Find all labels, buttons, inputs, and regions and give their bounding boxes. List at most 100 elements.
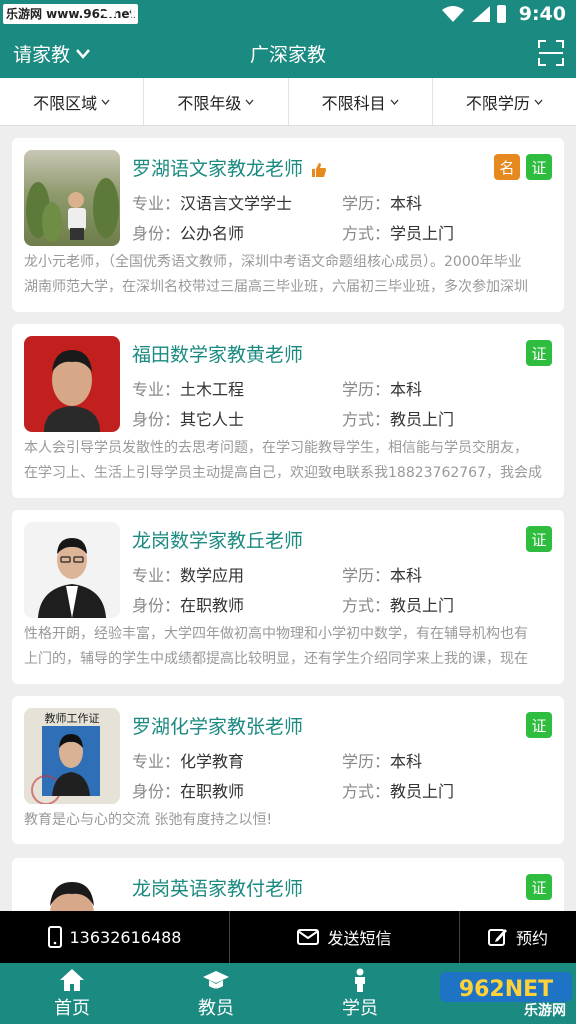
mode-field: 方式：教员上门 <box>342 778 454 802</box>
field-label: 身份： <box>132 782 181 801</box>
field-value: 本科 <box>390 566 423 585</box>
field-value: 化学教育 <box>180 752 245 771</box>
teacher-avatar <box>24 336 120 432</box>
teacher-description: 性格开朗，经验丰富，大学四年做初高中物理和小学初中数学，有在辅导机构也有 上门的… <box>24 622 552 672</box>
teacher-card[interactable]: 福田数学家教黄老师 证 专业：土木工程 学历：本科 身份：其它人士 方式：教员上… <box>12 324 564 498</box>
description-line: 性格开朗，经验丰富，大学四年做初高中物理和小学初中数学，有在辅导机构也有 <box>24 626 528 642</box>
field-value: 本科 <box>390 752 423 771</box>
mail-icon <box>297 929 320 945</box>
sms-label: 发送短信 <box>327 929 392 948</box>
tab-label: 首页 <box>54 997 90 1019</box>
tab-teachers[interactable]: 教员 <box>144 963 288 1024</box>
field-value: 教员上门 <box>390 596 455 615</box>
tab-students[interactable]: 学员 <box>288 963 432 1024</box>
signal-icon <box>472 6 490 22</box>
filter-bar: 不限区域 不限年级 不限科目 不限学历 <box>0 78 576 126</box>
major-field: 专业：土木工程 <box>132 376 244 400</box>
badge-group: 证 <box>526 874 552 900</box>
identity-field: 身份：在职教师 <box>132 592 244 616</box>
svg-text:962NET: 962NET <box>459 977 553 1002</box>
field-label: 身份： <box>132 596 181 615</box>
field-label: 学历： <box>342 566 391 585</box>
filter-label: 不限区域 <box>33 93 98 113</box>
filter-label: 不限年级 <box>177 93 242 113</box>
field-value: 教员上门 <box>390 782 455 801</box>
field-value: 在职教师 <box>180 596 245 615</box>
filter-region[interactable]: 不限区域 <box>0 78 145 125</box>
description-line: 湖南师范大学，在深圳名校带过三届高三毕业班，六届初三毕业班，多次参加深圳 <box>24 279 528 295</box>
description-line: 上门的，辅导的学生中成绩都提高比较明显，还有学生介绍同学来上我的课，现在 <box>24 651 528 667</box>
description-line: 本人会引导学员发散性的去思考问题，在学习能教导学生，相信能与学员交朋友， <box>24 440 528 456</box>
page-title: 广深家教 <box>249 44 326 66</box>
teacher-name[interactable]: 福田数学家教黄老师 <box>132 340 303 367</box>
field-value: 数学应用 <box>180 566 245 585</box>
filter-subject[interactable]: 不限科目 <box>289 78 433 125</box>
edit-icon <box>487 929 507 946</box>
field-value: 公办名师 <box>180 224 245 243</box>
avatar-photo <box>38 538 106 618</box>
tab-label: 学员 <box>342 997 378 1019</box>
teacher-name-text: 罗湖语文家教龙老师 <box>132 158 304 180</box>
mode-field: 方式：教员上门 <box>342 406 454 430</box>
graduation-cap-icon <box>203 970 229 988</box>
filter-grade[interactable]: 不限年级 <box>144 78 289 125</box>
certified-badge: 证 <box>526 526 552 552</box>
field-value: 在职教师 <box>180 782 245 801</box>
field-value: 其它人士 <box>180 410 245 429</box>
mode-field: 方式：学员上门 <box>342 220 454 244</box>
field-label: 方式： <box>342 596 391 615</box>
status-time: 9:40 <box>518 3 566 25</box>
major-field: 专业：化学教育 <box>132 748 244 772</box>
identity-field: 身份：公办名师 <box>132 220 244 244</box>
teacher-description: 本人会引导学员发散性的去思考问题，在学习能教导学生，相信能与学员交朋友， 在学习… <box>24 436 552 486</box>
field-value: 学员上门 <box>390 224 455 243</box>
badge-group: 名 证 <box>494 154 552 180</box>
field-label: 学历： <box>342 380 391 399</box>
status-bar: 乐游网 www.962.net ▬ ⬇ 9:40 <box>0 0 576 28</box>
filter-education[interactable]: 不限学历 <box>433 78 576 125</box>
teacher-card[interactable]: 龙岗数学家教丘老师 证 专业：数学应用 学历：本科 身份：在职教师 方式：教员上… <box>12 510 564 684</box>
teacher-card[interactable]: 龙岗英语家教付老师 证 <box>12 858 564 918</box>
avatar-photo <box>26 178 119 242</box>
teacher-card[interactable]: 教师工作证 罗湖化学家教张老师 证 专业：化学教育 学历：本科 身份：在职教师 … <box>12 696 564 844</box>
battery-icon <box>497 5 506 23</box>
tab-home[interactable]: 首页 <box>0 963 144 1024</box>
famous-badge: 名 <box>494 154 520 180</box>
avatar-caption: 教师工作证 <box>44 712 100 725</box>
education-field: 学历：本科 <box>342 562 422 586</box>
field-value: 教员上门 <box>390 410 455 429</box>
phone-number: 13632616488 <box>69 927 182 947</box>
call-button[interactable]: 13632616488 <box>0 911 230 963</box>
teacher-description: 龙小元老师，（全国优秀语文教师，深圳中考语文命题组核心成员）。2000年毕业 湖… <box>24 250 552 300</box>
teacher-card[interactable]: 罗湖语文家教龙老师 名 证 专业：汉语言文学学士 学历：本科 身份：公办名师 方… <box>12 138 564 312</box>
certified-badge: 证 <box>526 340 552 366</box>
major-field: 专业：汉语言文学学士 <box>132 190 292 214</box>
teacher-name[interactable]: 罗湖化学家教张老师 <box>132 712 303 739</box>
tab-label: 教员 <box>198 997 234 1019</box>
teacher-name[interactable]: 龙岗数学家教丘老师 <box>132 526 303 553</box>
mode-field: 方式：教员上门 <box>342 592 454 616</box>
teacher-avatar <box>24 150 120 246</box>
book-button[interactable]: 预约 <box>460 911 576 963</box>
field-label: 方式： <box>342 782 391 801</box>
field-label: 方式： <box>342 410 391 429</box>
filter-label: 不限科目 <box>321 93 386 113</box>
field-value: 本科 <box>390 380 423 399</box>
app-header: 请家教 广深家教 <box>0 28 576 78</box>
chevron-down-icon <box>390 99 399 105</box>
avatar-photo <box>44 350 100 432</box>
field-value: 土木工程 <box>180 380 245 399</box>
description-line: 龙小元老师，（全国优秀语文教师，深圳中考语文命题组核心成员）。2000年毕业 <box>24 254 522 270</box>
field-label: 专业： <box>132 566 181 585</box>
field-label: 身份： <box>132 410 181 429</box>
home-icon <box>60 968 84 991</box>
badge-group: 证 <box>526 526 552 552</box>
scan-icon[interactable] <box>538 40 564 66</box>
description-line: 教育是心与心的交流 张弛有度持之以恒! <box>24 812 273 828</box>
sms-button[interactable]: 发送短信 <box>230 911 460 963</box>
education-field: 学历：本科 <box>342 748 422 772</box>
teacher-name[interactable]: 罗湖语文家教龙老师 <box>132 154 327 181</box>
teacher-name[interactable]: 龙岗英语家教付老师 <box>132 874 303 901</box>
field-value: 汉语言文学学士 <box>180 194 293 213</box>
student-icon <box>355 968 365 992</box>
